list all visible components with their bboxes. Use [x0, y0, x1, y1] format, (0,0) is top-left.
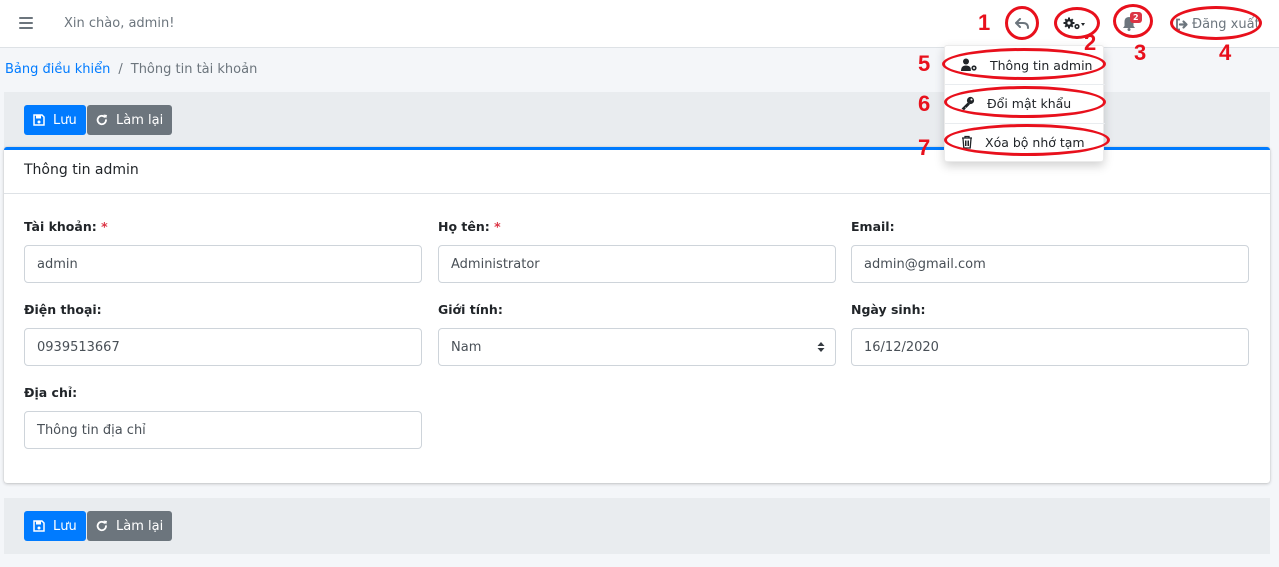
birthday-label: Ngày sinh:: [851, 302, 926, 317]
key-icon: [961, 96, 975, 110]
address-label: Địa chỉ:: [24, 385, 78, 400]
dropdown-divider: [945, 84, 1105, 85]
sign-out-icon: [1176, 18, 1188, 30]
account-label: Tài khoản: *: [24, 219, 108, 234]
phone-input[interactable]: 0939513667: [24, 328, 422, 366]
address-input[interactable]: Thông tin địa chỉ: [24, 411, 422, 449]
gender-selected-value: Nam: [451, 339, 482, 355]
save-label: Lưu: [53, 112, 77, 128]
fullname-input[interactable]: Administrator: [438, 245, 836, 283]
required-mark: *: [494, 219, 501, 234]
account-input[interactable]: admin: [24, 245, 422, 283]
annotation-number-6: 6: [918, 91, 931, 116]
bottom-toolbar: Lưu Làm lại: [4, 498, 1270, 554]
select-arrows-icon: [817, 342, 825, 352]
annotation-number-4: 4: [1219, 40, 1232, 65]
email-input[interactable]: admin@gmail.com: [851, 245, 1249, 283]
email-label: Email:: [851, 219, 895, 234]
fullname-label: Họ tên: *: [438, 219, 501, 234]
breadcrumb: Bảng điều khiển / Thông tin tài khoản: [5, 62, 257, 77]
required-mark: *: [101, 219, 108, 234]
dropdown-item-change-password[interactable]: Đổi mật khẩu: [945, 87, 1105, 119]
birthday-input[interactable]: 16/12/2020: [851, 328, 1249, 366]
annotation-number-1: 1: [978, 10, 991, 35]
admin-info-card: Thông tin admin Tài khoản: * admin Họ tê…: [4, 147, 1270, 483]
redo-icon: [96, 114, 107, 126]
dropdown-item-admin-info[interactable]: Thông tin admin: [945, 49, 1105, 81]
user-cog-icon: [961, 58, 977, 71]
gender-select[interactable]: Nam: [438, 328, 836, 366]
annotation-number-3: 3: [1134, 40, 1147, 65]
dropdown-divider: [945, 123, 1105, 124]
breadcrumb-current: Thông tin tài khoản: [130, 62, 258, 77]
breadcrumb-separator: /: [118, 62, 123, 77]
annotation-number-2: 2: [1084, 30, 1097, 55]
floppy-disk-icon: [33, 114, 45, 126]
annotation-number-5: 5: [918, 51, 931, 76]
reset-label: Làm lại: [116, 112, 164, 128]
annotation-number-7: 7: [918, 135, 931, 160]
settings-dropdown-menu: Thông tin admin Đổi mật khẩu Xóa bộ nhớ …: [944, 45, 1105, 162]
reset-label: Làm lại: [116, 518, 164, 534]
back-icon[interactable]: [1010, 12, 1034, 36]
notification-badge: 2: [1130, 12, 1142, 23]
gender-label: Giới tính:: [438, 302, 503, 317]
logout-label: Đăng xuất: [1192, 16, 1260, 32]
floppy-disk-icon: [33, 520, 45, 532]
save-button-bottom[interactable]: Lưu: [24, 511, 86, 541]
gears-icon: [1063, 17, 1085, 30]
logout-button[interactable]: Đăng xuất: [1175, 14, 1260, 34]
reset-button-bottom[interactable]: Làm lại: [87, 511, 173, 541]
reset-button-top[interactable]: Làm lại: [87, 105, 173, 135]
save-label: Lưu: [53, 518, 77, 534]
notifications-button[interactable]: 2: [1115, 10, 1143, 36]
redo-icon: [96, 520, 107, 532]
dropdown-item-clear-cache[interactable]: Xóa bộ nhớ tạm: [945, 126, 1105, 158]
trash-icon: [962, 135, 972, 149]
greeting-text: Xin chào, admin!: [64, 16, 175, 31]
breadcrumb-home-link[interactable]: Bảng điều khiển: [5, 62, 110, 77]
save-button-top[interactable]: Lưu: [24, 105, 86, 135]
phone-label: Điện thoại:: [24, 302, 102, 317]
hamburger-menu-icon[interactable]: [19, 16, 33, 30]
